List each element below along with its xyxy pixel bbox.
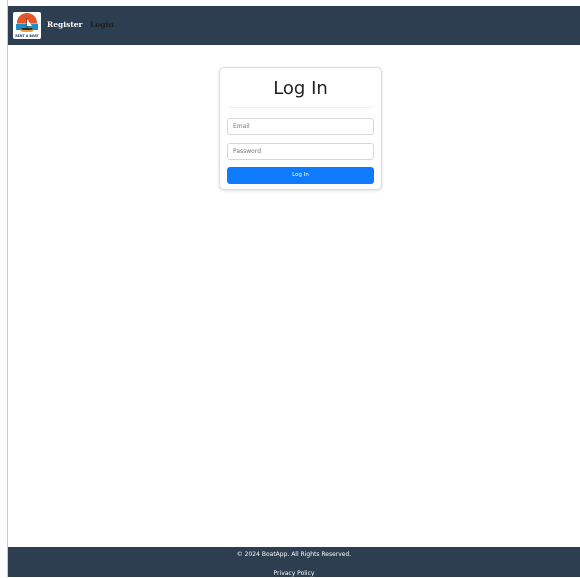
- title-divider: [229, 107, 372, 108]
- navbar: RENT A BOAT Register Login: [8, 6, 580, 45]
- nav-login-link[interactable]: Login: [90, 20, 114, 30]
- boat-sunset-logo-icon[interactable]: RENT A BOAT: [13, 12, 41, 39]
- email-field[interactable]: [227, 118, 374, 135]
- page: RENT A BOAT Register Login Log In Log In…: [0, 0, 580, 577]
- privacy-policy-link[interactable]: Privacy Policy: [274, 570, 315, 577]
- logo-text: RENT A BOAT: [15, 34, 39, 38]
- footer-copyright: © 2024 BoatApp. All Rights Reserved.: [236, 551, 352, 558]
- footer: © 2024 BoatApp. All Rights Reserved. Pri…: [8, 547, 580, 577]
- login-card: Log In Log In: [219, 67, 382, 190]
- password-field[interactable]: [227, 143, 374, 160]
- login-title: Log In: [273, 78, 328, 99]
- login-button[interactable]: Log In: [227, 167, 374, 184]
- window-left-edge: [0, 0, 8, 577]
- nav-register-link[interactable]: Register: [47, 20, 83, 30]
